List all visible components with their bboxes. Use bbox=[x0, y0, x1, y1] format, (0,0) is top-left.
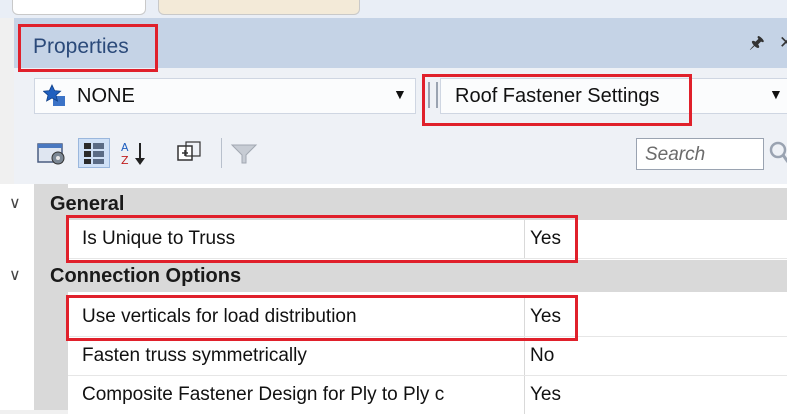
sort-alphabetical-icon[interactable]: A Z bbox=[118, 138, 150, 168]
property-row[interactable]: Use verticals for load distribution Yes bbox=[68, 298, 787, 337]
category-general[interactable]: ∨ General bbox=[9, 188, 787, 220]
chevron-down-icon[interactable]: ∨ bbox=[9, 193, 21, 213]
object-select-value: NONE bbox=[77, 85, 135, 107]
search-icon[interactable] bbox=[766, 138, 787, 168]
pin-icon[interactable]: 🖈 bbox=[749, 34, 765, 51]
property-name: Is Unique to Truss bbox=[82, 228, 236, 249]
property-value[interactable]: No bbox=[530, 345, 554, 367]
property-row[interactable]: Composite Fastener Design for Ply to Ply… bbox=[68, 376, 787, 414]
category-label: General bbox=[50, 193, 125, 215]
properties-toolbar: A Z Search bbox=[14, 124, 787, 184]
column-divider[interactable] bbox=[524, 376, 525, 414]
categorized-view-icon[interactable] bbox=[36, 138, 68, 168]
toolbar-separator bbox=[221, 138, 222, 168]
property-name: Use verticals for load distribution bbox=[82, 306, 357, 327]
property-grid: ∨ General Is Unique to Truss Yes ∨ Conne… bbox=[0, 184, 787, 414]
document-tab-active[interactable] bbox=[158, 0, 360, 15]
selector-row: NONE ▼ Roof Fastener Settings ▼ bbox=[14, 68, 787, 124]
document-tab-strip bbox=[0, 0, 787, 18]
expand-icon[interactable] bbox=[174, 138, 206, 168]
chevron-down-icon[interactable]: ▼ bbox=[393, 86, 407, 102]
property-row[interactable]: Is Unique to Truss Yes bbox=[68, 220, 787, 259]
property-value[interactable]: Yes bbox=[530, 306, 561, 328]
splitter-grip[interactable] bbox=[428, 82, 438, 108]
document-tab[interactable] bbox=[12, 0, 146, 15]
filter-icon[interactable] bbox=[228, 138, 260, 168]
property-row[interactable]: Fasten truss symmetrically No bbox=[68, 337, 787, 376]
star-icon bbox=[42, 84, 67, 108]
property-name: Composite Fastener Design for Ply to Ply… bbox=[82, 384, 445, 405]
object-select[interactable]: NONE ▼ bbox=[34, 78, 416, 114]
svg-text:A: A bbox=[121, 141, 129, 154]
property-name: Fasten truss symmetrically bbox=[82, 345, 307, 366]
chevron-down-icon[interactable]: ▼ bbox=[769, 86, 783, 102]
chevron-down-icon[interactable]: ∨ bbox=[9, 265, 21, 285]
category-label: Connection Options bbox=[50, 265, 242, 287]
settings-select[interactable]: Roof Fastener Settings ▼ bbox=[440, 78, 787, 114]
settings-select-value: Roof Fastener Settings bbox=[455, 85, 660, 107]
property-value[interactable]: Yes bbox=[530, 228, 561, 250]
property-value[interactable]: Yes bbox=[530, 384, 561, 406]
svg-text:Z: Z bbox=[121, 154, 129, 167]
column-divider[interactable] bbox=[524, 220, 525, 258]
search-placeholder: Search bbox=[645, 144, 706, 165]
properties-grid-icon[interactable] bbox=[78, 138, 110, 168]
column-divider[interactable] bbox=[524, 298, 525, 336]
column-divider[interactable] bbox=[524, 337, 525, 375]
properties-title-bar: Properties 🖈 ✕ bbox=[14, 18, 787, 68]
panel-title: Properties bbox=[33, 35, 129, 58]
search-input[interactable]: Search bbox=[636, 138, 764, 170]
category-connection-options[interactable]: ∨ Connection Options bbox=[9, 260, 787, 292]
close-icon[interactable]: ✕ bbox=[779, 34, 787, 51]
